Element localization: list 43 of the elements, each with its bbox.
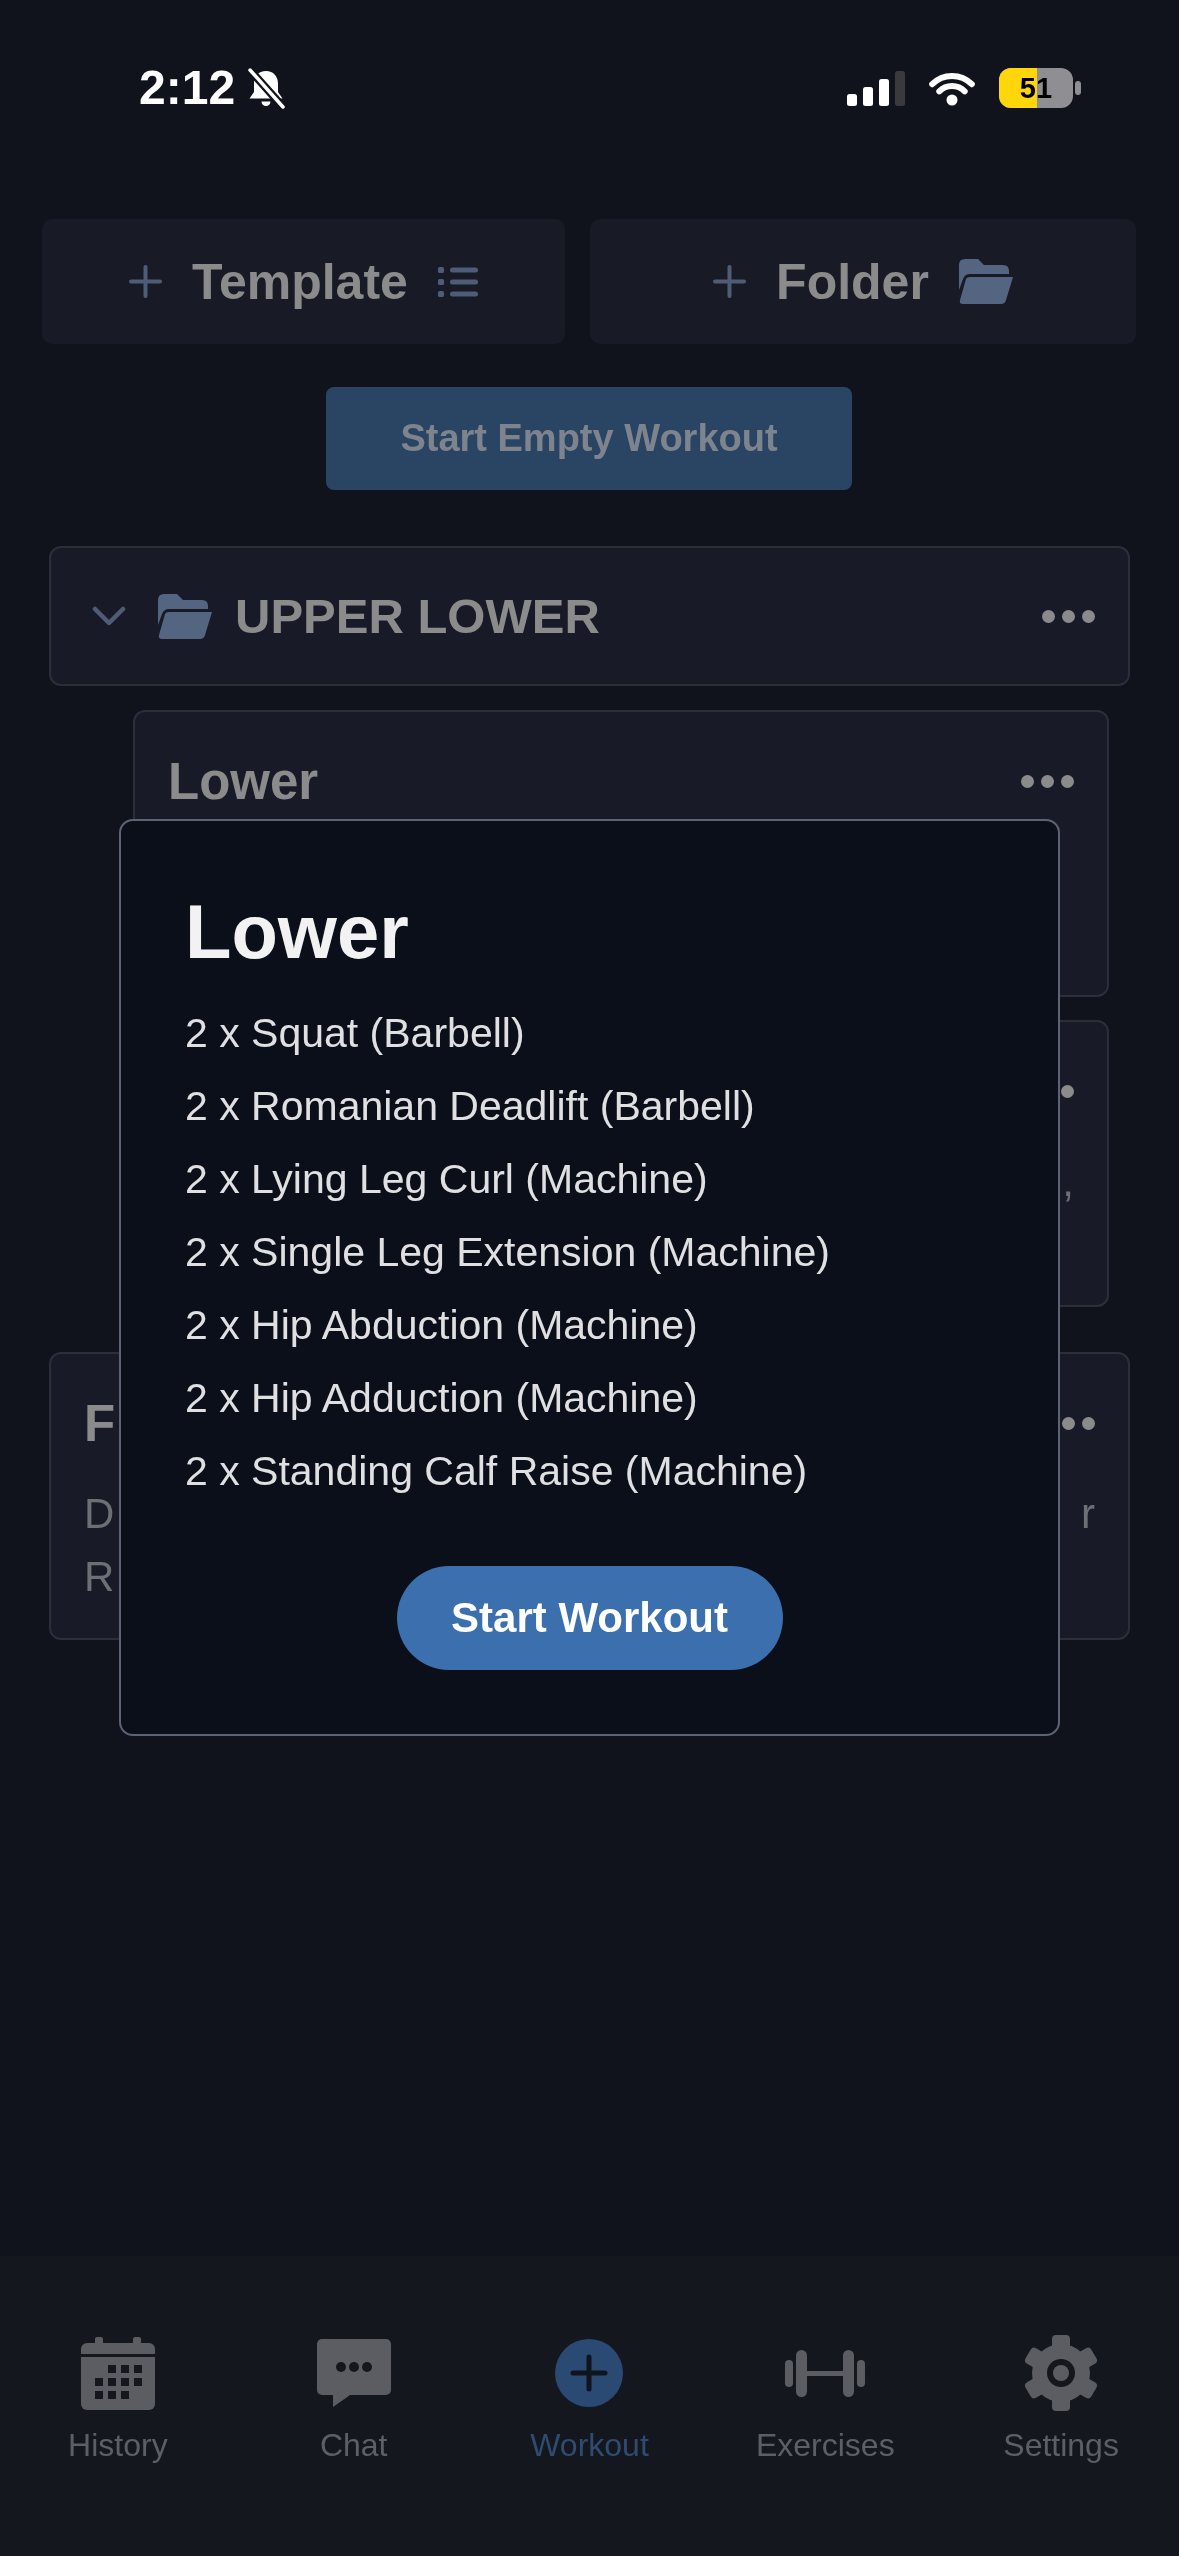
exercise-item: 2 x Romanian Deadlift (Barbell) bbox=[185, 1082, 755, 1131]
battery-percent: 51 bbox=[1019, 73, 1053, 103]
description-text: R bbox=[84, 1552, 115, 1601]
exercise-item: 2 x Standing Calf Raise (Machine) bbox=[185, 1447, 808, 1496]
tab-button[interactable]: Settings bbox=[1003, 2335, 1119, 2465]
description-text: , bbox=[1062, 1157, 1074, 1206]
settings-icon bbox=[1024, 2335, 1099, 2411]
exercise-item: 2 x Squat (Barbell) bbox=[185, 1009, 525, 1058]
template-title: F bbox=[84, 1393, 116, 1453]
status-time: 2:12 bbox=[139, 64, 236, 112]
folder-icon bbox=[958, 259, 1013, 304]
plus-circle-icon bbox=[555, 2339, 624, 2407]
tab-button[interactable]: History bbox=[68, 2335, 168, 2465]
plus-icon bbox=[129, 265, 163, 298]
calendar-icon bbox=[80, 2336, 155, 2410]
folder-icon bbox=[158, 593, 212, 639]
chat-bubble-icon bbox=[316, 2339, 391, 2407]
description-text: D bbox=[84, 1489, 115, 1538]
exercise-item: 2 x Hip Abduction (Machine) bbox=[185, 1301, 698, 1350]
exercise-item: 2 x Single Leg Extension (Machine) bbox=[185, 1228, 830, 1277]
template-title: Lower bbox=[168, 751, 319, 811]
description-text: r bbox=[1081, 1489, 1095, 1538]
new-folder-button[interactable]: Folder bbox=[590, 219, 1136, 344]
exercise-item: 2 x Lying Leg Curl (Machine) bbox=[185, 1155, 708, 1204]
dot-icon[interactable] bbox=[1061, 1084, 1074, 1098]
list-icon bbox=[437, 266, 478, 297]
dialog-title: Lower bbox=[185, 888, 409, 976]
exercise-item: 2 x Hip Adduction (Machine) bbox=[185, 1374, 698, 1423]
more-options-icon[interactable] bbox=[1042, 609, 1095, 623]
tab-button[interactable]: Workout bbox=[530, 2335, 649, 2465]
start-empty-workout-button[interactable]: Start Empty Workout bbox=[326, 387, 852, 490]
battery-icon bbox=[999, 68, 1081, 108]
folder-name: UPPER LOWER bbox=[235, 588, 600, 644]
dumbbell-icon bbox=[785, 2349, 866, 2397]
tab-button[interactable]: Exercises bbox=[755, 2335, 895, 2465]
start-workout-button[interactable]: Start Workout bbox=[396, 1566, 783, 1670]
signal-icon bbox=[847, 70, 905, 106]
tab-button[interactable]: Chat bbox=[316, 2335, 391, 2465]
folder-card[interactable]: UPPER LOWER bbox=[49, 546, 1130, 686]
plus-icon bbox=[713, 265, 747, 298]
new-template-button[interactable]: Template bbox=[42, 219, 565, 344]
wifi-icon bbox=[926, 70, 978, 106]
more-options-icon[interactable] bbox=[1021, 774, 1074, 788]
